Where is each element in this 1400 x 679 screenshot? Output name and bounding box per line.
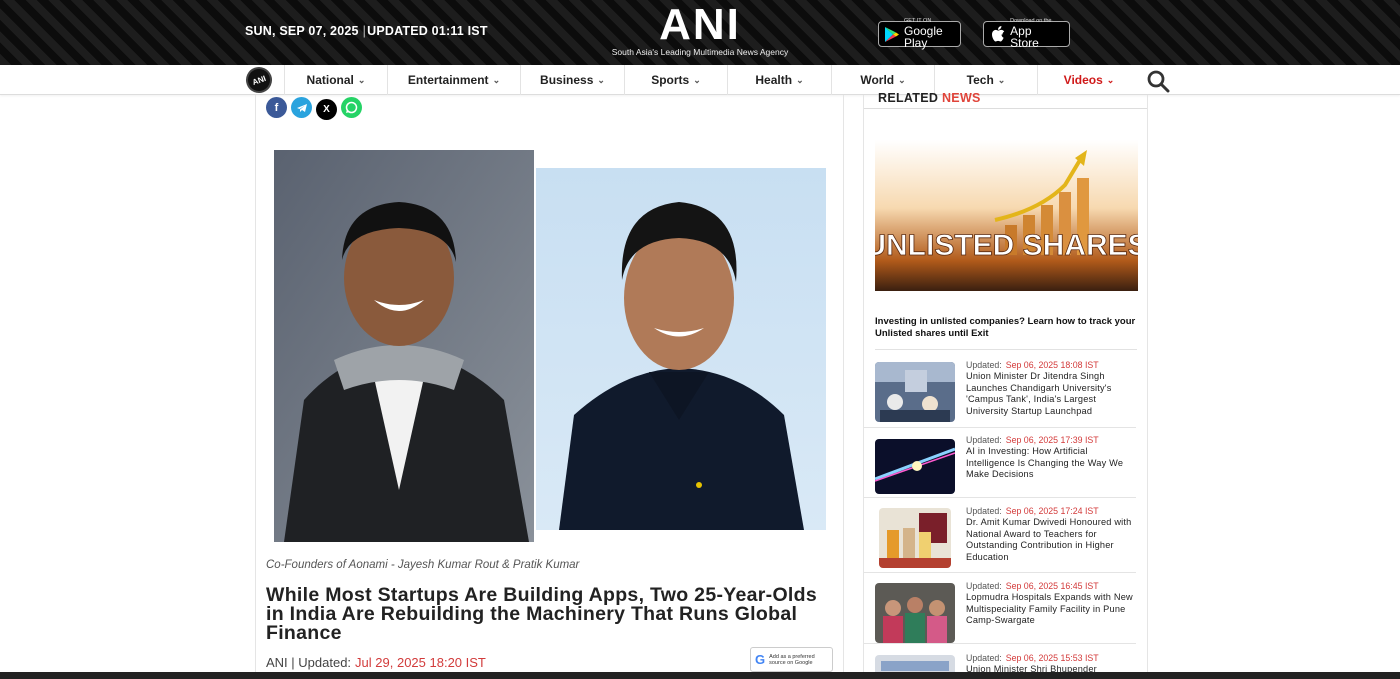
nav-label: Entertainment (407, 73, 489, 87)
article-card: f X Co-Founders of Aonami - Jayesh Kumar (255, 95, 844, 679)
news-title[interactable]: AI in Investing: How Artificial Intellig… (966, 446, 1136, 481)
search-icon[interactable] (1146, 69, 1170, 93)
chevron-down-icon: ⌄ (492, 74, 501, 85)
chevron-down-icon: ⌄ (796, 74, 804, 85)
app-store-button[interactable]: Download on the App Store (983, 19, 1070, 50)
bottom-bar (0, 672, 1400, 679)
article-photo (274, 150, 826, 542)
date-text: SUN, SEP 07, 2025 (245, 24, 359, 38)
nav-label: Videos (1063, 73, 1103, 87)
news-thumbnail (875, 362, 955, 422)
google-play-label: Google Play (904, 23, 943, 50)
chevron-down-icon: ⌄ (597, 74, 605, 85)
nav-label: Tech (966, 73, 994, 87)
apple-icon (989, 25, 1006, 43)
google-play-button[interactable]: GET IT ON Google Play (878, 19, 961, 50)
nav-item-videos[interactable]: Videos ⌄ (1037, 65, 1140, 95)
news-updated: Updated: Sep 06, 2025 17:24 IST (966, 506, 1099, 516)
nav-label: National (306, 73, 354, 87)
chevron-down-icon: ⌄ (1106, 74, 1115, 85)
chevron-down-icon: ⌄ (997, 74, 1006, 85)
google-icon: G (755, 652, 766, 667)
nav-item-entertainment[interactable]: Entertainment ⌄ (387, 65, 520, 95)
news-title[interactable]: Union Minister Dr Jitendra Singh Launche… (966, 371, 1136, 417)
article-byline: ANI | Updated: Jul 29, 2025 18:20 IST (266, 655, 486, 670)
divider (864, 108, 1147, 109)
ani-badge-icon[interactable]: ANI (242, 63, 276, 97)
divider (864, 427, 1136, 428)
nav-item-business[interactable]: Business ⌄ (520, 65, 624, 95)
news-thumbnail (875, 439, 955, 494)
news-updated: Updated: Sep 06, 2025 16:45 IST (966, 581, 1099, 591)
telegram-share-icon[interactable] (291, 97, 312, 118)
news-updated: Updated: Sep 06, 2025 17:39 IST (966, 435, 1099, 445)
title-accent: NEWS (941, 91, 981, 105)
whatsapp-share-icon[interactable] (341, 97, 362, 118)
chevron-down-icon: ⌄ (357, 74, 366, 85)
main-nav: ANI National ⌄ Entertainment ⌄ Business ⌄ S… (0, 63, 1400, 97)
nav-label: Sports (651, 73, 690, 87)
header-date: SUN, SEP 07, 2025 |UPDATED 01:11 IST (245, 24, 488, 38)
logo-tagline: South Asia's Leading Multimedia News Age… (611, 47, 789, 57)
byline-timestamp: Jul 29, 2025 18:20 IST (355, 655, 486, 670)
article-headline: While Most Startups Are Building Apps, T… (266, 584, 817, 644)
top-header: SUN, SEP 07, 2025 |UPDATED 01:11 IST ANI … (0, 0, 1400, 65)
nav-item-health[interactable]: Health ⌄ (727, 65, 831, 95)
unlisted-shares-banner[interactable]: UNLISTED SHARES (875, 140, 1138, 291)
facebook-share-icon[interactable]: f (266, 97, 287, 118)
photo-caption: Co-Founders of Aonami - Jayesh Kumar Rou… (266, 559, 580, 571)
divider (864, 572, 1136, 573)
x-share-icon[interactable]: X (316, 99, 337, 120)
news-thumbnail (879, 508, 951, 568)
news-updated: Updated: Sep 06, 2025 15:53 IST (966, 653, 1099, 663)
byline-source: ANI | Updated: (266, 655, 352, 670)
nav-label: Business (540, 73, 594, 87)
google-play-icon (884, 25, 900, 43)
logo-text[interactable]: ANI (600, 2, 800, 48)
news-title[interactable]: Dr. Amit Kumar Dwivedi Honoured with Nat… (966, 517, 1136, 563)
nav-label: Health (755, 73, 793, 87)
divider (864, 643, 1136, 644)
app-store-label: App Store (1010, 23, 1039, 50)
chevron-down-icon: ⌄ (898, 74, 906, 85)
divider (875, 349, 1137, 350)
nav-item-sports[interactable]: Sports ⌄ (624, 65, 727, 95)
nav-label: World (860, 73, 895, 87)
title-main: RELATED (878, 91, 939, 105)
nav-item-national[interactable]: National ⌄ (284, 65, 387, 95)
nav-items: National ⌄ Entertainment ⌄ Business ⌄ Sport… (284, 65, 1140, 95)
share-buttons: f X (266, 97, 362, 120)
news-thumbnail (875, 583, 955, 643)
news-title[interactable]: Lopmudra Hospitals Expands with New Mult… (966, 592, 1136, 627)
divider (864, 497, 1136, 498)
google-button-line2: source on Google (769, 659, 813, 666)
google-preferred-source-button[interactable]: G Add as a preferred source on Google (750, 647, 833, 672)
site-logo[interactable]: ANI South Asia's Leading Multimedia News… (600, 2, 800, 58)
related-news-sidebar: RELATED NEWS UNLISTED SHARES Investing i… (863, 91, 1148, 679)
banner-text: UNLISTED SHARES (875, 229, 1138, 262)
promo-headline[interactable]: Investing in unlisted companies? Learn h… (875, 316, 1137, 340)
news-updated: Updated: Sep 06, 2025 18:08 IST (966, 360, 1099, 370)
updated-text: UPDATED 01:11 IST (367, 24, 488, 38)
chevron-down-icon: ⌄ (693, 74, 701, 85)
related-news-title: RELATED NEWS (878, 91, 981, 105)
